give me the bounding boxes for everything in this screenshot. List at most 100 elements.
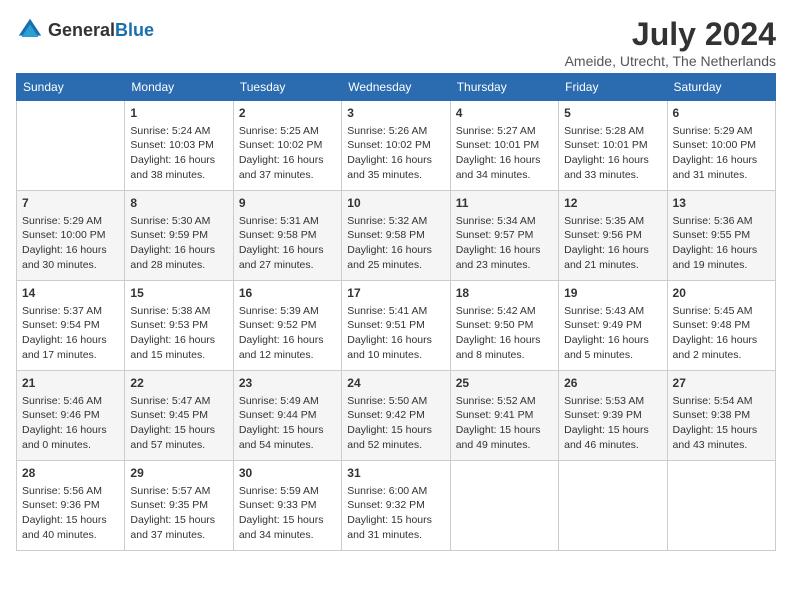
day-info: Sunrise: 5:42 AM Sunset: 9:50 PM Dayligh… [456, 304, 553, 363]
weekday-header-row: SundayMondayTuesdayWednesdayThursdayFrid… [17, 74, 776, 101]
day-info: Sunrise: 5:43 AM Sunset: 9:49 PM Dayligh… [564, 304, 661, 363]
day-number: 11 [456, 195, 553, 212]
weekday-header-friday: Friday [559, 74, 667, 101]
calendar-cell: 30 Sunrise: 5:59 AM Sunset: 9:33 PM Dayli… [233, 461, 341, 551]
day-number: 6 [673, 105, 770, 122]
calendar-cell: 18Sunrise: 5:42 AM Sunset: 9:50 PM Dayli… [450, 281, 558, 371]
day-info: Sunrise: 5:27 AM Sunset: 10:01 PM Daylig… [456, 124, 553, 183]
weekday-header-wednesday: Wednesday [342, 74, 450, 101]
calendar-cell: 11 Sunrise: 5:34 AM Sunset: 9:57 PM Dayli… [450, 191, 558, 281]
day-number: 27 [673, 375, 770, 392]
calendar-cell: 8 Sunrise: 5:30 AM Sunset: 9:59 PM Daylig… [125, 191, 233, 281]
day-info: Sunrise: 5:30 AM Sunset: 9:59 PM Dayligh… [130, 214, 227, 273]
calendar-table: SundayMondayTuesdayWednesdayThursdayFrid… [16, 73, 776, 551]
day-number: 20 [673, 285, 770, 302]
calendar-cell: 13 Sunrise: 5:36 AM Sunset: 9:55 PM Dayli… [667, 191, 775, 281]
calendar-cell: 19Sunrise: 5:43 AM Sunset: 9:49 PM Dayli… [559, 281, 667, 371]
calendar-cell: 10 Sunrise: 5:32 AM Sunset: 9:58 PM Dayli… [342, 191, 450, 281]
calendar-cell: 4 Sunrise: 5:27 AM Sunset: 10:01 PM Dayli… [450, 101, 558, 191]
day-info: Sunrise: 5:32 AM Sunset: 9:58 PM Dayligh… [347, 214, 444, 273]
day-number: 3 [347, 105, 444, 122]
day-info: Sunrise: 5:49 AM Sunset: 9:44 PM Dayligh… [239, 394, 336, 453]
day-info: Sunrise: 5:36 AM Sunset: 9:55 PM Dayligh… [673, 214, 770, 273]
calendar-cell: 21 Sunrise: 5:46 AM Sunset: 9:46 PM Dayli… [17, 371, 125, 461]
logo-blue-text: Blue [115, 20, 154, 40]
day-number: 4 [456, 105, 553, 122]
calendar-cell [17, 101, 125, 191]
day-number: 28 [22, 465, 119, 482]
calendar-cell: 31Sunrise: 6:00 AM Sunset: 9:32 PM Dayli… [342, 461, 450, 551]
day-info: Sunrise: 5:24 AM Sunset: 10:03 PM Daylig… [130, 124, 227, 183]
day-number: 23 [239, 375, 336, 392]
calendar-cell: 1 Sunrise: 5:24 AM Sunset: 10:03 PM Dayli… [125, 101, 233, 191]
day-number: 9 [239, 195, 336, 212]
day-number: 21 [22, 375, 119, 392]
day-number: 13 [673, 195, 770, 212]
calendar-cell: 5 Sunrise: 5:28 AM Sunset: 10:01 PM Dayli… [559, 101, 667, 191]
calendar-cell: 6 Sunrise: 5:29 AM Sunset: 10:00 PM Dayli… [667, 101, 775, 191]
day-info: Sunrise: 5:37 AM Sunset: 9:54 PM Dayligh… [22, 304, 119, 363]
day-info: Sunrise: 5:59 AM Sunset: 9:33 PM Dayligh… [239, 484, 336, 543]
day-info: Sunrise: 5:34 AM Sunset: 9:57 PM Dayligh… [456, 214, 553, 273]
day-number: 24 [347, 375, 444, 392]
day-info: Sunrise: 5:35 AM Sunset: 9:56 PM Dayligh… [564, 214, 661, 273]
logo-icon [16, 16, 44, 44]
day-info: Sunrise: 5:46 AM Sunset: 9:46 PM Dayligh… [22, 394, 119, 453]
calendar-cell: 24 Sunrise: 5:50 AM Sunset: 9:42 PM Dayli… [342, 371, 450, 461]
weekday-header-monday: Monday [125, 74, 233, 101]
calendar-week-row: 14Sunrise: 5:37 AM Sunset: 9:54 PM Dayli… [17, 281, 776, 371]
day-number: 5 [564, 105, 661, 122]
day-info: Sunrise: 5:53 AM Sunset: 9:39 PM Dayligh… [564, 394, 661, 453]
calendar-cell: 2 Sunrise: 5:25 AM Sunset: 10:02 PM Dayli… [233, 101, 341, 191]
calendar-cell: 7 Sunrise: 5:29 AM Sunset: 10:00 PM Dayli… [17, 191, 125, 281]
day-info: Sunrise: 5:31 AM Sunset: 9:58 PM Dayligh… [239, 214, 336, 273]
calendar-cell: 27 Sunrise: 5:54 AM Sunset: 9:38 PM Dayli… [667, 371, 775, 461]
weekday-header-thursday: Thursday [450, 74, 558, 101]
day-info: Sunrise: 5:57 AM Sunset: 9:35 PM Dayligh… [130, 484, 227, 543]
calendar-cell: 17Sunrise: 5:41 AM Sunset: 9:51 PM Dayli… [342, 281, 450, 371]
location-subtitle: Ameide, Utrecht, The Netherlands [565, 53, 776, 69]
day-number: 10 [347, 195, 444, 212]
weekday-header-sunday: Sunday [17, 74, 125, 101]
calendar-cell: 3Sunrise: 5:26 AM Sunset: 10:02 PM Dayli… [342, 101, 450, 191]
logo: GeneralBlue [16, 16, 154, 44]
day-number: 1 [130, 105, 227, 122]
day-number: 7 [22, 195, 119, 212]
day-info: Sunrise: 5:29 AM Sunset: 10:00 PM Daylig… [22, 214, 119, 273]
calendar-cell: 16 Sunrise: 5:39 AM Sunset: 9:52 PM Dayli… [233, 281, 341, 371]
day-number: 8 [130, 195, 227, 212]
calendar-cell [559, 461, 667, 551]
month-year-title: July 2024 [565, 16, 776, 53]
calendar-week-row: 7 Sunrise: 5:29 AM Sunset: 10:00 PM Dayli… [17, 191, 776, 281]
calendar-cell: 26 Sunrise: 5:53 AM Sunset: 9:39 PM Dayli… [559, 371, 667, 461]
day-number: 12 [564, 195, 661, 212]
day-info: Sunrise: 6:00 AM Sunset: 9:32 PM Dayligh… [347, 484, 444, 543]
weekday-header-saturday: Saturday [667, 74, 775, 101]
day-info: Sunrise: 5:38 AM Sunset: 9:53 PM Dayligh… [130, 304, 227, 363]
day-info: Sunrise: 5:28 AM Sunset: 10:01 PM Daylig… [564, 124, 661, 183]
weekday-header-tuesday: Tuesday [233, 74, 341, 101]
calendar-week-row: 21 Sunrise: 5:46 AM Sunset: 9:46 PM Dayli… [17, 371, 776, 461]
day-number: 30 [239, 465, 336, 482]
page-header: GeneralBlue July 2024 Ameide, Utrecht, T… [16, 16, 776, 69]
calendar-cell: 12 Sunrise: 5:35 AM Sunset: 9:56 PM Dayli… [559, 191, 667, 281]
day-info: Sunrise: 5:41 AM Sunset: 9:51 PM Dayligh… [347, 304, 444, 363]
logo-general-text: General [48, 20, 115, 40]
day-number: 29 [130, 465, 227, 482]
day-info: Sunrise: 5:39 AM Sunset: 9:52 PM Dayligh… [239, 304, 336, 363]
calendar-cell [667, 461, 775, 551]
title-block: July 2024 Ameide, Utrecht, The Netherlan… [565, 16, 776, 69]
calendar-cell: 25Sunrise: 5:52 AM Sunset: 9:41 PM Dayli… [450, 371, 558, 461]
calendar-cell: 14Sunrise: 5:37 AM Sunset: 9:54 PM Dayli… [17, 281, 125, 371]
day-number: 22 [130, 375, 227, 392]
calendar-cell: 28Sunrise: 5:56 AM Sunset: 9:36 PM Dayli… [17, 461, 125, 551]
calendar-cell [450, 461, 558, 551]
day-number: 16 [239, 285, 336, 302]
day-info: Sunrise: 5:29 AM Sunset: 10:00 PM Daylig… [673, 124, 770, 183]
day-info: Sunrise: 5:50 AM Sunset: 9:42 PM Dayligh… [347, 394, 444, 453]
day-info: Sunrise: 5:54 AM Sunset: 9:38 PM Dayligh… [673, 394, 770, 453]
calendar-cell: 15Sunrise: 5:38 AM Sunset: 9:53 PM Dayli… [125, 281, 233, 371]
day-number: 26 [564, 375, 661, 392]
day-number: 2 [239, 105, 336, 122]
day-info: Sunrise: 5:25 AM Sunset: 10:02 PM Daylig… [239, 124, 336, 183]
